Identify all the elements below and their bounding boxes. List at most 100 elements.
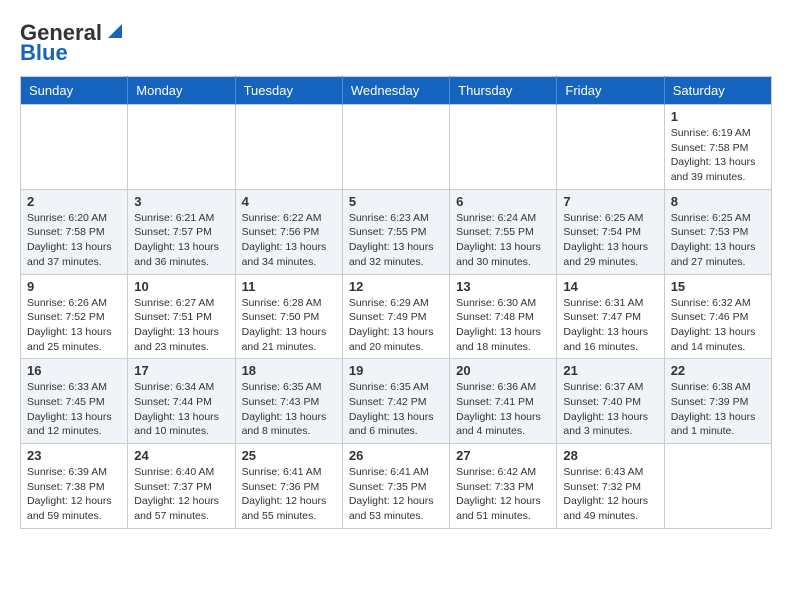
day-number: 12 bbox=[349, 279, 443, 294]
calendar-cell: 25 Sunrise: 6:41 AM Sunset: 7:36 PM Dayli… bbox=[235, 444, 342, 529]
calendar-cell bbox=[664, 444, 771, 529]
day-of-week-header: Tuesday bbox=[235, 77, 342, 105]
day-info: Sunrise: 6:34 AM Sunset: 7:44 PM Dayligh… bbox=[134, 380, 228, 439]
day-info: Sunrise: 6:29 AM Sunset: 7:49 PM Dayligh… bbox=[349, 296, 443, 355]
calendar-cell: 3 Sunrise: 6:21 AM Sunset: 7:57 PM Daylig… bbox=[128, 189, 235, 274]
page-header: General Blue bbox=[20, 20, 772, 66]
day-number: 5 bbox=[349, 194, 443, 209]
calendar-cell bbox=[342, 105, 449, 190]
day-info: Sunrise: 6:22 AM Sunset: 7:56 PM Dayligh… bbox=[242, 211, 336, 270]
calendar-cell: 7 Sunrise: 6:25 AM Sunset: 7:54 PM Daylig… bbox=[557, 189, 664, 274]
day-number: 23 bbox=[27, 448, 121, 463]
logo: General Blue bbox=[20, 20, 126, 66]
calendar-cell: 11 Sunrise: 6:28 AM Sunset: 7:50 PM Dayli… bbox=[235, 274, 342, 359]
day-info: Sunrise: 6:32 AM Sunset: 7:46 PM Dayligh… bbox=[671, 296, 765, 355]
day-number: 15 bbox=[671, 279, 765, 294]
calendar-cell: 23Sunrise: 6:39 AM Sunset: 7:38 PM Dayli… bbox=[21, 444, 128, 529]
day-of-week-header: Monday bbox=[128, 77, 235, 105]
day-number: 18 bbox=[242, 363, 336, 378]
day-number: 11 bbox=[242, 279, 336, 294]
calendar-cell: 1Sunrise: 6:19 AM Sunset: 7:58 PM Daylig… bbox=[664, 105, 771, 190]
calendar-cell: 2 Sunrise: 6:20 AM Sunset: 7:58 PM Daylig… bbox=[21, 189, 128, 274]
calendar-cell: 19 Sunrise: 6:35 AM Sunset: 7:42 PM Dayli… bbox=[342, 359, 449, 444]
calendar-cell: 22 Sunrise: 6:38 AM Sunset: 7:39 PM Dayli… bbox=[664, 359, 771, 444]
calendar-week-row: 23Sunrise: 6:39 AM Sunset: 7:38 PM Dayli… bbox=[21, 444, 772, 529]
day-info: Sunrise: 6:28 AM Sunset: 7:50 PM Dayligh… bbox=[242, 296, 336, 355]
day-number: 14 bbox=[563, 279, 657, 294]
calendar-cell: 14 Sunrise: 6:31 AM Sunset: 7:47 PM Dayli… bbox=[557, 274, 664, 359]
day-info: Sunrise: 6:43 AM Sunset: 7:32 PM Dayligh… bbox=[563, 465, 657, 524]
calendar-table: SundayMondayTuesdayWednesdayThursdayFrid… bbox=[20, 76, 772, 529]
calendar-cell: 5 Sunrise: 6:23 AM Sunset: 7:55 PM Daylig… bbox=[342, 189, 449, 274]
calendar-cell: 9 Sunrise: 6:26 AM Sunset: 7:52 PM Daylig… bbox=[21, 274, 128, 359]
calendar-week-row: 1Sunrise: 6:19 AM Sunset: 7:58 PM Daylig… bbox=[21, 105, 772, 190]
day-number: 20 bbox=[456, 363, 550, 378]
calendar-cell bbox=[128, 105, 235, 190]
day-info: Sunrise: 6:30 AM Sunset: 7:48 PM Dayligh… bbox=[456, 296, 550, 355]
day-number: 13 bbox=[456, 279, 550, 294]
calendar-cell: 10 Sunrise: 6:27 AM Sunset: 7:51 PM Dayli… bbox=[128, 274, 235, 359]
logo-icon bbox=[104, 20, 126, 42]
calendar-cell: 26Sunrise: 6:41 AM Sunset: 7:35 PM Dayli… bbox=[342, 444, 449, 529]
day-info: Sunrise: 6:21 AM Sunset: 7:57 PM Dayligh… bbox=[134, 211, 228, 270]
calendar-cell bbox=[450, 105, 557, 190]
day-info: Sunrise: 6:40 AM Sunset: 7:37 PM Dayligh… bbox=[134, 465, 228, 524]
day-of-week-header: Wednesday bbox=[342, 77, 449, 105]
day-info: Sunrise: 6:20 AM Sunset: 7:58 PM Dayligh… bbox=[27, 211, 121, 270]
calendar-cell: 28 Sunrise: 6:43 AM Sunset: 7:32 PM Dayli… bbox=[557, 444, 664, 529]
calendar-cell bbox=[557, 105, 664, 190]
calendar-cell: 27 Sunrise: 6:42 AM Sunset: 7:33 PM Dayli… bbox=[450, 444, 557, 529]
calendar-cell bbox=[21, 105, 128, 190]
day-info: Sunrise: 6:24 AM Sunset: 7:55 PM Dayligh… bbox=[456, 211, 550, 270]
day-info: Sunrise: 6:42 AM Sunset: 7:33 PM Dayligh… bbox=[456, 465, 550, 524]
day-number: 1 bbox=[671, 109, 765, 124]
day-number: 6 bbox=[456, 194, 550, 209]
calendar-cell: 6 Sunrise: 6:24 AM Sunset: 7:55 PM Daylig… bbox=[450, 189, 557, 274]
calendar-cell: 21 Sunrise: 6:37 AM Sunset: 7:40 PM Dayli… bbox=[557, 359, 664, 444]
day-number: 8 bbox=[671, 194, 765, 209]
calendar-cell: 18 Sunrise: 6:35 AM Sunset: 7:43 PM Dayli… bbox=[235, 359, 342, 444]
calendar-cell: 12 Sunrise: 6:29 AM Sunset: 7:49 PM Dayli… bbox=[342, 274, 449, 359]
day-number: 2 bbox=[27, 194, 121, 209]
day-number: 9 bbox=[27, 279, 121, 294]
day-info: Sunrise: 6:23 AM Sunset: 7:55 PM Dayligh… bbox=[349, 211, 443, 270]
calendar-week-row: 9 Sunrise: 6:26 AM Sunset: 7:52 PM Daylig… bbox=[21, 274, 772, 359]
calendar-cell: 13 Sunrise: 6:30 AM Sunset: 7:48 PM Dayli… bbox=[450, 274, 557, 359]
day-info: Sunrise: 6:25 AM Sunset: 7:54 PM Dayligh… bbox=[563, 211, 657, 270]
calendar-cell: 15 Sunrise: 6:32 AM Sunset: 7:46 PM Dayli… bbox=[664, 274, 771, 359]
day-number: 19 bbox=[349, 363, 443, 378]
day-number: 24 bbox=[134, 448, 228, 463]
calendar-header-row: SundayMondayTuesdayWednesdayThursdayFrid… bbox=[21, 77, 772, 105]
day-number: 17 bbox=[134, 363, 228, 378]
day-number: 27 bbox=[456, 448, 550, 463]
day-number: 3 bbox=[134, 194, 228, 209]
calendar-cell: 20 Sunrise: 6:36 AM Sunset: 7:41 PM Dayli… bbox=[450, 359, 557, 444]
day-of-week-header: Friday bbox=[557, 77, 664, 105]
day-number: 7 bbox=[563, 194, 657, 209]
day-number: 22 bbox=[671, 363, 765, 378]
calendar-cell: 8 Sunrise: 6:25 AM Sunset: 7:53 PM Daylig… bbox=[664, 189, 771, 274]
day-of-week-header: Thursday bbox=[450, 77, 557, 105]
calendar-cell: 17 Sunrise: 6:34 AM Sunset: 7:44 PM Dayli… bbox=[128, 359, 235, 444]
calendar-body: 1Sunrise: 6:19 AM Sunset: 7:58 PM Daylig… bbox=[21, 105, 772, 529]
day-number: 21 bbox=[563, 363, 657, 378]
day-info: Sunrise: 6:38 AM Sunset: 7:39 PM Dayligh… bbox=[671, 380, 765, 439]
day-info: Sunrise: 6:36 AM Sunset: 7:41 PM Dayligh… bbox=[456, 380, 550, 439]
day-info: Sunrise: 6:25 AM Sunset: 7:53 PM Dayligh… bbox=[671, 211, 765, 270]
day-info: Sunrise: 6:35 AM Sunset: 7:42 PM Dayligh… bbox=[349, 380, 443, 439]
calendar-week-row: 16Sunrise: 6:33 AM Sunset: 7:45 PM Dayli… bbox=[21, 359, 772, 444]
calendar-cell: 16Sunrise: 6:33 AM Sunset: 7:45 PM Dayli… bbox=[21, 359, 128, 444]
day-info: Sunrise: 6:35 AM Sunset: 7:43 PM Dayligh… bbox=[242, 380, 336, 439]
day-info: Sunrise: 6:41 AM Sunset: 7:35 PM Dayligh… bbox=[349, 465, 443, 524]
calendar-week-row: 2 Sunrise: 6:20 AM Sunset: 7:58 PM Daylig… bbox=[21, 189, 772, 274]
day-info: Sunrise: 6:41 AM Sunset: 7:36 PM Dayligh… bbox=[242, 465, 336, 524]
day-info: Sunrise: 6:27 AM Sunset: 7:51 PM Dayligh… bbox=[134, 296, 228, 355]
day-info: Sunrise: 6:37 AM Sunset: 7:40 PM Dayligh… bbox=[563, 380, 657, 439]
day-number: 10 bbox=[134, 279, 228, 294]
day-number: 28 bbox=[563, 448, 657, 463]
day-number: 4 bbox=[242, 194, 336, 209]
day-number: 16 bbox=[27, 363, 121, 378]
day-info: Sunrise: 6:31 AM Sunset: 7:47 PM Dayligh… bbox=[563, 296, 657, 355]
day-number: 25 bbox=[242, 448, 336, 463]
day-info: Sunrise: 6:26 AM Sunset: 7:52 PM Dayligh… bbox=[27, 296, 121, 355]
